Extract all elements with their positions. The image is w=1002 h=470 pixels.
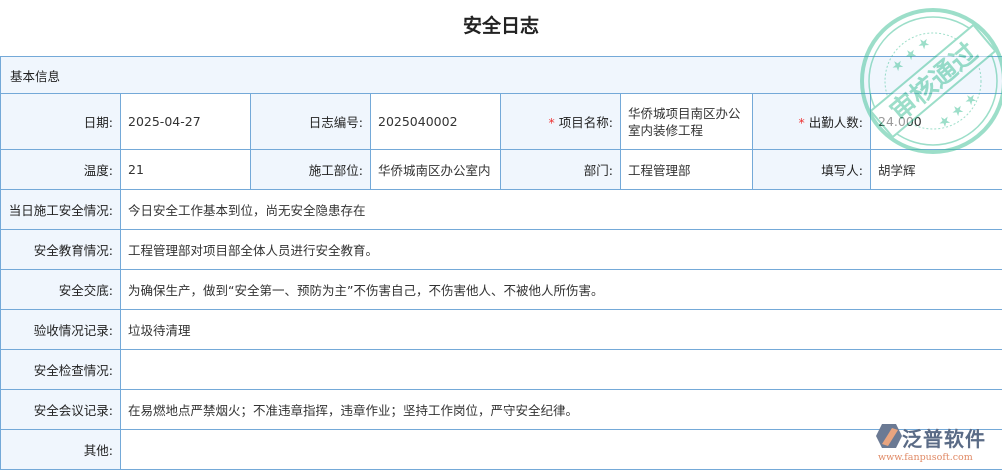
label-temperature: 温度: (0, 149, 121, 190)
label-daily-safety: 当日施工安全情况: (0, 189, 121, 230)
value-attendance: 24.000 (869, 93, 1002, 150)
label-log-no: 日志编号: (250, 93, 371, 150)
label-text: 出勤人数: (808, 115, 863, 130)
value-other (119, 429, 1002, 470)
label-attendance: * 出勤人数: (752, 93, 871, 150)
value-safety-briefing: 为确保生产，做到“安全第一、预防为主”不伤害自己，不伤害他人、不被他人所伤害。 (119, 269, 1002, 310)
label-text: 项目名称: (558, 115, 613, 130)
logo-icon (876, 424, 902, 448)
safety-log-form: 基本信息 日期: 2025-04-27 日志编号: 2025040002 * 项目… (0, 56, 1002, 470)
logo-name: 泛普软件 (902, 427, 986, 451)
value-acceptance: 垃圾待清理 (119, 309, 1002, 350)
label-acceptance: 验收情况记录: (0, 309, 121, 350)
label-safety-education: 安全教育情况: (0, 229, 121, 270)
label-safety-briefing: 安全交底: (0, 269, 121, 310)
value-daily-safety: 今日安全工作基本到位，尚无安全隐患存在 (119, 189, 1002, 230)
section-basic-info: 基本信息 (0, 56, 1002, 94)
value-department: 工程管理部 (620, 149, 753, 190)
required-mark: * (798, 115, 805, 130)
label-safety-inspection: 安全检查情况: (0, 349, 121, 390)
required-mark: * (548, 115, 555, 130)
label-project-name: * 项目名称: (500, 93, 621, 150)
value-safety-inspection (119, 349, 1002, 390)
value-filler: 胡学辉 (869, 149, 1002, 190)
fanpusoft-logo: 泛普软件 www.fanpusoft.com (872, 420, 1002, 468)
value-date: 2025-04-27 (120, 93, 251, 150)
label-safety-meeting: 安全会议记录: (0, 389, 121, 430)
label-department: 部门: (500, 149, 621, 190)
value-safety-education: 工程管理部对项目部全体人员进行安全教育。 (119, 229, 1002, 270)
value-construction-part: 华侨城南区办公室内 (370, 149, 501, 190)
logo-url: www.fanpusoft.com (878, 452, 973, 463)
label-other: 其他: (0, 429, 121, 470)
value-log-no: 2025040002 (370, 93, 501, 150)
value-safety-meeting: 在易燃地点严禁烟火；不准违章指挥，违章作业；坚持工作岗位，严守安全纪律。 (119, 389, 1002, 430)
label-date: 日期: (0, 93, 121, 150)
label-filler: 填写人: (752, 149, 871, 190)
value-temperature: 21 (120, 149, 251, 190)
page-title: 安全日志 (462, 15, 539, 37)
value-project-name: 华侨城项目南区办公室内装修工程 (620, 93, 753, 150)
label-construction-part: 施工部位: (250, 149, 371, 190)
